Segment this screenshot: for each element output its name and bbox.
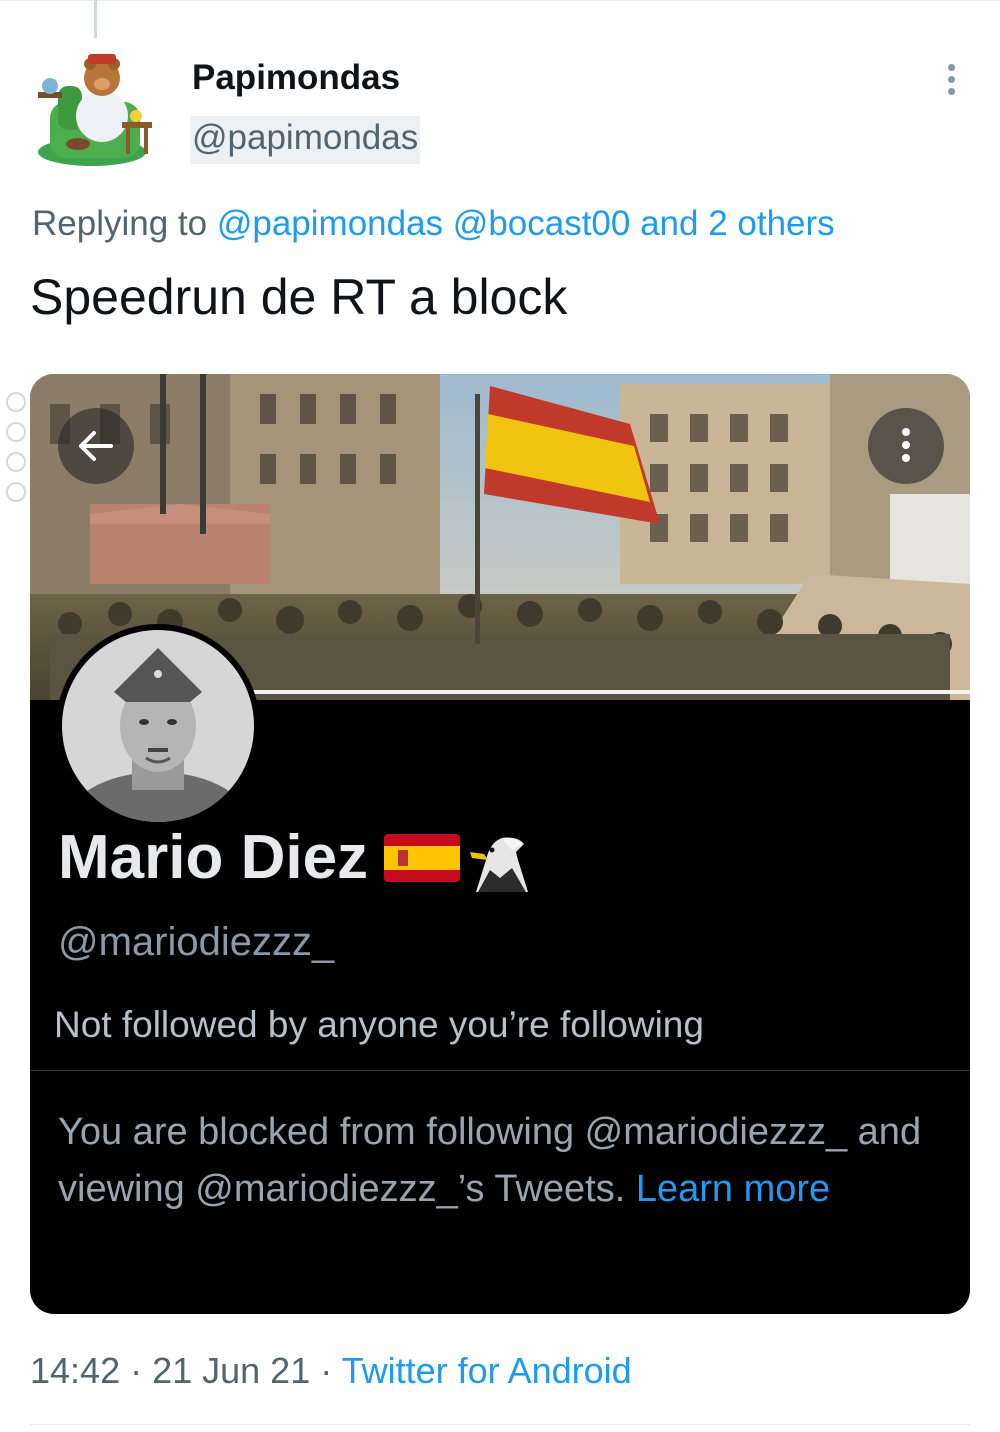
author-handle[interactable]: @papimondas — [190, 116, 421, 164]
more-vertical-icon[interactable] — [938, 64, 964, 100]
tweet-metadata: 14:42 · 21 Jun 21 · Twitter for Android — [30, 1350, 632, 1392]
tweet-time: 14:42 — [30, 1350, 121, 1391]
meta-separator: · — [310, 1350, 342, 1391]
author-avatar[interactable] — [30, 46, 160, 172]
thread-connector-line — [94, 0, 97, 38]
follow-context-text: Not followed by anyone you’re following — [54, 1004, 704, 1045]
learn-more-link[interactable]: Learn more — [636, 1168, 830, 1210]
flag-spain-icon — [384, 834, 460, 882]
replying-to-label: Replying to — [32, 204, 208, 243]
back-button[interactable] — [58, 408, 134, 484]
bottom-divider — [30, 1424, 970, 1425]
eagle-icon — [470, 837, 528, 892]
tweet-text: Speedrun de RT a block — [30, 269, 568, 325]
embedded-screenshot[interactable]: Mario Diez @mariodiezzz_ Not followed by… — [30, 374, 970, 1314]
arrow-left-icon — [79, 431, 113, 461]
tweet-date: 21 Jun 21 — [152, 1350, 311, 1391]
profile-section-divider — [30, 1070, 970, 1071]
more-vertical-icon — [902, 428, 910, 467]
tweet-source-link[interactable]: Twitter for Android — [342, 1350, 632, 1391]
banner-bottom-edge — [240, 690, 970, 694]
profile-display-name: Mario Diez — [58, 823, 369, 892]
profile-avatar[interactable] — [56, 624, 260, 828]
profile-handle: @mariodiezzz_ — [58, 920, 335, 964]
author-display-name[interactable]: Papimondas — [192, 58, 400, 98]
replying-to-line: Replying to @papimondas @bocast00 and 2 … — [32, 204, 835, 244]
blocked-notice: You are blocked from following @mariodie… — [58, 1104, 938, 1218]
profile-menu-button[interactable] — [868, 408, 944, 484]
replying-to-mentions[interactable]: @papimondas @bocast00 and 2 others — [217, 204, 835, 243]
meta-separator: · — [120, 1350, 153, 1391]
top-divider — [0, 0, 1000, 1]
image-gallery-indicator — [6, 392, 26, 512]
